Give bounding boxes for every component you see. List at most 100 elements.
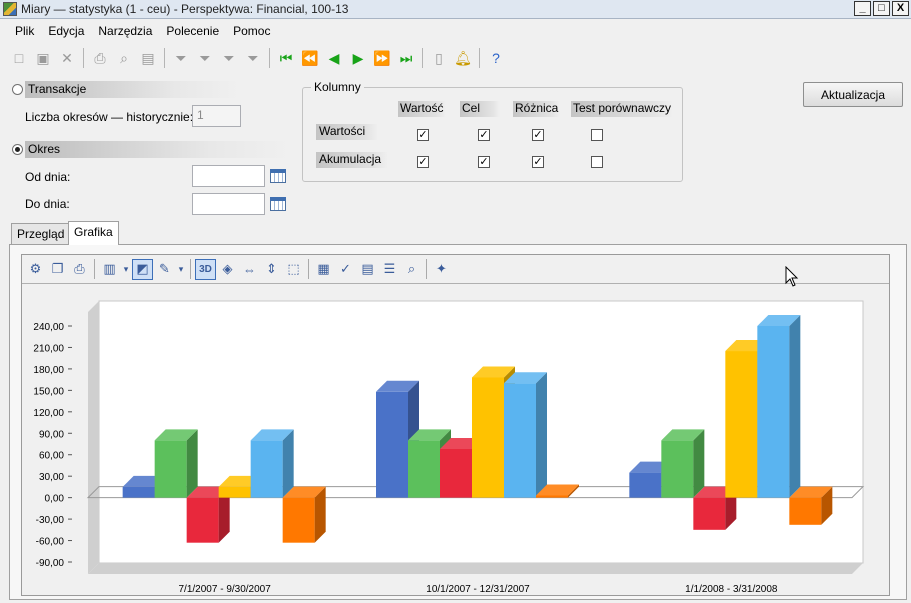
- help-icon[interactable]: ?: [485, 47, 507, 69]
- toolbar-separator: [422, 48, 423, 68]
- chart-type-icon[interactable]: ▥: [99, 259, 120, 280]
- point-labels-icon[interactable]: ✓: [335, 259, 356, 280]
- chart-bar-front: [472, 377, 504, 498]
- chart-bar-side: [693, 429, 705, 498]
- checkbox-akumulacja-roznica[interactable]: ✓: [532, 156, 544, 168]
- chart-type-dropdown-icon[interactable]: ▾: [121, 259, 131, 280]
- magic-wand-icon[interactable]: ✦: [431, 259, 452, 280]
- to-date-input[interactable]: [192, 193, 265, 215]
- background-icon[interactable]: ◩: [132, 258, 153, 280]
- chart-bar: [250, 429, 294, 498]
- transakcje-radio[interactable]: [12, 84, 23, 95]
- y-tick-label: 150,00: [33, 386, 64, 397]
- chart-bar-front: [661, 440, 694, 498]
- update-button[interactable]: Aktualizacja: [803, 82, 903, 107]
- toolbar-separator: [164, 48, 165, 68]
- chart-bar-front: [629, 472, 662, 498]
- menu-edycja[interactable]: Edycja: [41, 24, 91, 38]
- window-title: Miary — statystyka (1 - ceu) - Perspekty…: [21, 2, 349, 16]
- app-icon: [3, 2, 17, 16]
- menu-plik[interactable]: Plik: [8, 24, 41, 38]
- clear-filter-icon[interactable]: ⏷: [242, 47, 264, 69]
- checkbox-wartosci-test[interactable]: [591, 129, 603, 141]
- 3d-view-icon[interactable]: 3D: [195, 258, 216, 280]
- export-icon[interactable]: ▤: [137, 47, 159, 69]
- find-icon[interactable]: ⌕: [401, 259, 422, 280]
- data-editor-icon[interactable]: ▤: [357, 259, 378, 280]
- rotate-icon[interactable]: ◈: [217, 259, 238, 280]
- tab-grafika[interactable]: Grafika: [68, 221, 119, 245]
- chart-bar-front: [154, 440, 187, 498]
- next-page-icon[interactable]: ⏩: [371, 47, 393, 69]
- close-button[interactable]: X: [892, 1, 909, 16]
- checkbox-akumulacja-wartosc[interactable]: ✓: [417, 156, 429, 168]
- previous-page-icon[interactable]: ⏪: [299, 47, 321, 69]
- checkbox-wartosci-cel[interactable]: ✓: [478, 129, 490, 141]
- delete-icon[interactable]: ✕: [56, 47, 78, 69]
- next-record-icon[interactable]: ▶: [347, 47, 369, 69]
- toolbar-separator: [308, 259, 309, 279]
- y-tick-label: 120,00: [33, 408, 64, 419]
- periods-input[interactable]: 1: [192, 105, 241, 127]
- print-icon[interactable]: ⎙: [69, 259, 90, 280]
- col-header-roznica: Różnica: [513, 101, 561, 117]
- chart-bar: [282, 486, 326, 543]
- advanced-filter-icon[interactable]: ⏷: [218, 47, 240, 69]
- x-category-label: 1/1/2008 - 3/31/2008: [685, 584, 778, 593]
- calendar-icon[interactable]: [270, 169, 286, 183]
- menu-polecenie[interactable]: Polecenie: [159, 24, 226, 38]
- properties-icon[interactable]: ☰: [379, 259, 400, 280]
- periods-label: Liczba okresów — historycznie:: [25, 110, 194, 124]
- checkbox-akumulacja-cel[interactable]: ✓: [478, 156, 490, 168]
- toolbar-separator: [190, 259, 191, 279]
- first-record-icon[interactable]: ⏮: [275, 47, 297, 69]
- y-tick-label: 0,00: [45, 494, 65, 505]
- y-tick-label: 210,00: [33, 343, 64, 354]
- chart-bar-front: [376, 391, 408, 498]
- y-tick-label: -90,00: [36, 558, 65, 569]
- checkbox-wartosci-roznica[interactable]: ✓: [532, 129, 544, 141]
- chart-bar-front: [693, 497, 726, 530]
- chart-bar-front: [504, 383, 536, 498]
- menu-bar: Plik Edycja Narzędzia Polecenie Pomoc: [0, 20, 911, 42]
- checkbox-wartosci-wartosc[interactable]: ✓: [417, 129, 429, 141]
- checkbox-akumulacja-test[interactable]: [591, 156, 603, 168]
- maximize-button[interactable]: □: [873, 1, 890, 16]
- kolumny-legend: Kolumny: [311, 80, 364, 94]
- new-icon[interactable]: □: [8, 47, 30, 69]
- save-icon[interactable]: ▣: [32, 47, 54, 69]
- y-tick-label: 60,00: [39, 451, 64, 462]
- axis-settings-icon[interactable]: ▦: [313, 259, 334, 280]
- chart-bar-front: [282, 497, 315, 543]
- col-header-cel: Cel: [460, 101, 500, 117]
- copy-icon[interactable]: ❐: [47, 259, 68, 280]
- row-header-akumulacja: Akumulacja: [316, 152, 388, 168]
- rotate-vertical-icon[interactable]: ⇕: [261, 259, 282, 280]
- previous-record-icon[interactable]: ◀: [323, 47, 345, 69]
- zoom-icon[interactable]: ⬚: [283, 259, 304, 280]
- print-icon[interactable]: ⎙: [89, 47, 111, 69]
- filter-icon[interactable]: ⏷: [170, 47, 192, 69]
- menu-narzedzia[interactable]: Narzędzia: [91, 24, 159, 38]
- chart-bar: [154, 429, 198, 498]
- last-record-icon[interactable]: ⏭: [395, 47, 417, 69]
- palette-dropdown-icon[interactable]: ▾: [176, 259, 186, 280]
- tab-przeglad[interactable]: Przegląd: [11, 223, 71, 245]
- calendar-icon[interactable]: [270, 197, 286, 211]
- filter-selection-icon[interactable]: ⏷: [194, 47, 216, 69]
- menu-pomoc[interactable]: Pomoc: [226, 24, 277, 38]
- bar-chart: 240,00 210,00 180,00 150,00 120,00 90,00 60,00…: [33, 300, 865, 593]
- chart-bar-front: [440, 449, 472, 498]
- alert-bell-icon[interactable]: 🔔︎: [452, 47, 474, 69]
- rotate-horizontal-icon[interactable]: ⇔: [239, 259, 260, 280]
- chart-wizard-icon[interactable]: ⚙: [25, 259, 46, 280]
- y-tick-label: -60,00: [36, 537, 65, 548]
- print-preview-icon[interactable]: ⌕: [113, 47, 135, 69]
- chart-bar-side: [282, 429, 294, 498]
- document-icon[interactable]: ▯: [428, 47, 450, 69]
- from-date-input[interactable]: [192, 165, 265, 187]
- toolbar-separator: [426, 259, 427, 279]
- minimize-button[interactable]: _: [854, 1, 871, 16]
- palette-icon[interactable]: ✎: [154, 259, 175, 280]
- okres-radio[interactable]: [12, 144, 23, 155]
